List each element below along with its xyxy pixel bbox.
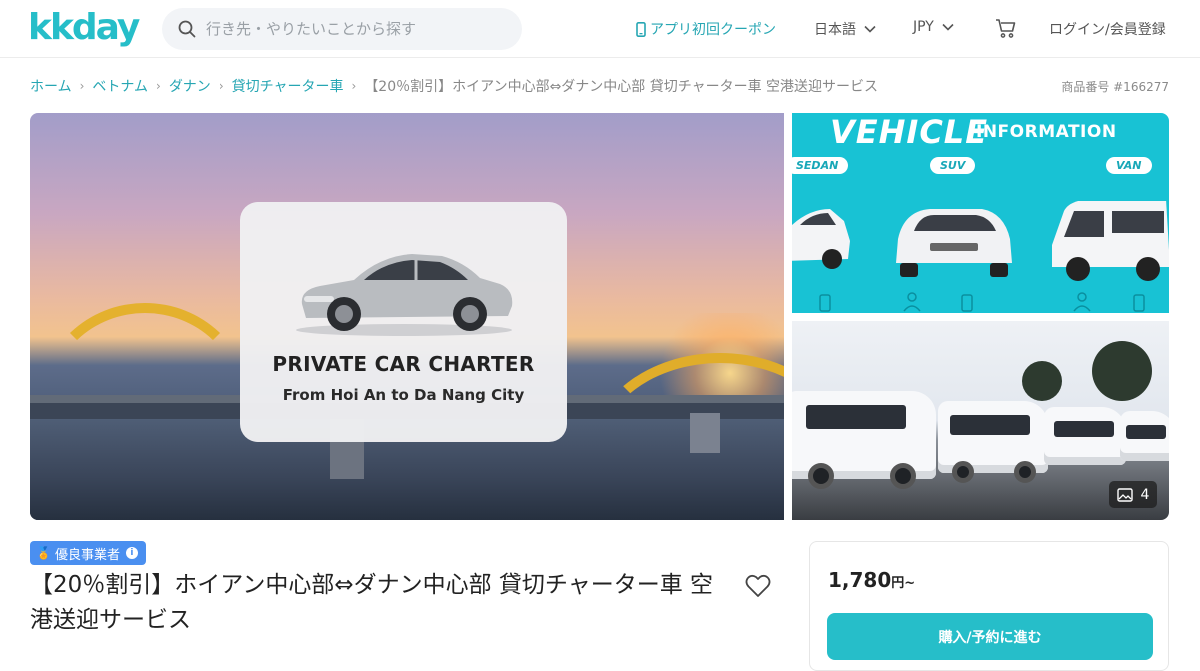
chevron-right-icon: › [156, 79, 161, 93]
chevron-down-icon [864, 25, 876, 33]
favorite-button[interactable] [745, 574, 771, 602]
photo-count-label: 4 [1140, 486, 1150, 503]
chevron-right-icon: › [218, 79, 224, 93]
vehicle-info-title: VEHICLE [830, 113, 989, 151]
login-register-link[interactable]: ログイン/会員登録 [1049, 19, 1166, 39]
currency-selector[interactable]: JPY [913, 19, 954, 35]
hero-overlay-card: PRIVATE CAR CHARTER From Hoi An to Da Na… [240, 202, 567, 442]
medal-icon: 🏅 [36, 546, 51, 560]
site-header: kkday アプリ初回クーポン 日本語 JPY ログイン/会員登録 [0, 0, 1200, 58]
app-coupon-link[interactable]: アプリ初回クーポン [636, 19, 776, 39]
vehicle-type-suv: SUV [930, 157, 976, 174]
white-van [1120, 411, 1169, 461]
search-bar[interactable] [162, 8, 522, 50]
chevron-right-icon: › [79, 79, 85, 93]
breadcrumb-danang[interactable]: ダナン [169, 76, 211, 96]
vehicle-info-image[interactable]: VEHICLE INFORMATION SEDAN SUV VAN [792, 113, 1169, 313]
image-gallery-icon [1116, 487, 1133, 502]
product-title: 【20％割引】ホイアン中心部⇔ダナン中心部 貸切チャーター車 空港送迎サービス [30, 572, 714, 633]
app-coupon-label: アプリ初回クーポン [650, 22, 776, 38]
search-input[interactable] [206, 20, 506, 38]
vehicle-type-sedan: SEDAN [792, 157, 849, 174]
vehicle-info-subtitle: INFORMATION [976, 122, 1117, 142]
vehicle-type-van: VAN [1106, 157, 1152, 174]
breadcrumb-vietnam[interactable]: ベトナム [92, 76, 148, 96]
price-amount: 1,780 [828, 568, 892, 592]
hero-card-title: PRIVATE CAR CHARTER [272, 352, 535, 376]
kkday-logo[interactable]: kkday [28, 8, 140, 48]
cart-icon [996, 19, 1016, 38]
product-number: 商品番号 #166277 [1061, 80, 1169, 94]
tree [1022, 361, 1062, 401]
info-icon[interactable]: i [125, 547, 138, 559]
booking-panel: 1,780円~ 購入/予約に進む [809, 541, 1169, 671]
chevron-right-icon: › [351, 79, 357, 93]
breadcrumb: ホーム › ベトナム › ダナン › 貸切チャーター車 › 【20％割引】ホイア… [30, 76, 878, 96]
badge-label: 優良事業者 [54, 547, 120, 563]
tree [1092, 341, 1152, 401]
book-now-button[interactable]: 購入/予約に進む [827, 613, 1153, 660]
breadcrumb-home[interactable]: ホーム [30, 76, 72, 96]
bridge-pier [690, 413, 720, 453]
currency-label: JPY [913, 19, 934, 35]
cart-button[interactable] [994, 16, 1018, 44]
sedan-car-illustration [792, 209, 850, 269]
price: 1,780円~ [828, 568, 915, 592]
language-label: 日本語 [814, 22, 856, 38]
sedan-car-illustration [296, 254, 513, 336]
hero-image[interactable]: PRIVATE CAR CHARTER From Hoi An to Da Na… [30, 113, 784, 520]
suv-car-illustration [896, 209, 1012, 277]
white-van [792, 391, 936, 489]
top-operator-badge[interactable]: 🏅 優良事業者 i [30, 541, 146, 565]
mobile-phone-icon [636, 21, 646, 37]
white-van [938, 401, 1048, 483]
baggage-icons [819, 292, 1145, 312]
white-van [1044, 407, 1126, 465]
price-unit: 円~ [891, 576, 916, 591]
chevron-down-icon [942, 23, 954, 31]
hero-card-subtitle: From Hoi An to Da Nang City [282, 386, 525, 404]
breadcrumb-current: 【20％割引】ホイアン中心部⇔ダナン中心部 貸切チャーター車 空港送迎サービス [364, 79, 879, 95]
language-selector[interactable]: 日本語 [814, 19, 876, 39]
breadcrumb-charter[interactable]: 貸切チャーター車 [232, 76, 344, 96]
van-illustration [1052, 201, 1169, 281]
photo-count-button[interactable]: 4 [1109, 481, 1157, 508]
search-icon [178, 20, 196, 38]
heart-icon [745, 574, 771, 597]
